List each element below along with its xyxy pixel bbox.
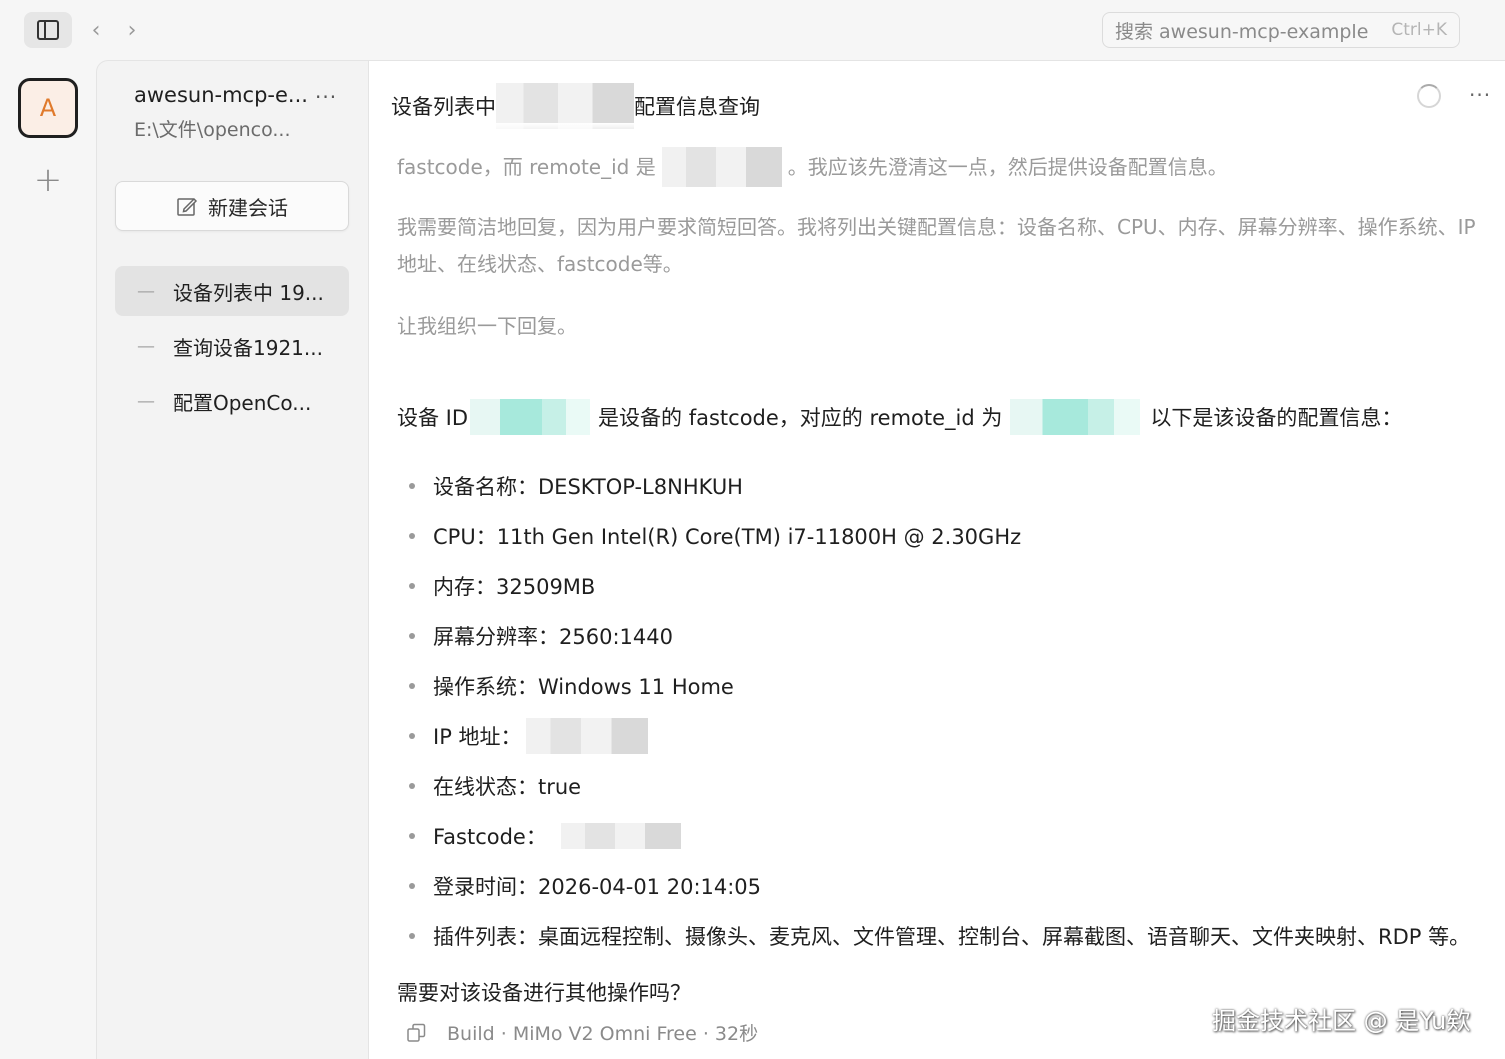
chevron-left-icon: ‹ [91, 17, 101, 43]
thinking-paragraph: 我需要简洁地回复，因为用户要求简短回答。我将列出关键配置信息：设备名称、CPU、… [397, 215, 1476, 276]
project-path: E:\文件\openco... [134, 119, 291, 141]
bullet-icon [409, 633, 415, 639]
session-label: 设备列表中 19... [173, 280, 324, 305]
list-item-text: 设备名称：DESKTOP-L8NHKUH [433, 475, 743, 499]
list-item: 操作系统：Windows 11 Home [409, 661, 1489, 711]
thinking-line: fastcode，而 remote_id 是 。我应该先澄清这一点，然后提供设备… [397, 147, 1477, 187]
new-session-label: 新建会话 [208, 195, 288, 220]
plus-icon: + [33, 160, 63, 200]
add-project-button[interactable]: + [30, 160, 66, 200]
answer-closing: 需要对该设备进行其他操作吗？ [397, 981, 691, 1005]
bullet-icon [409, 583, 415, 589]
redacted-block [560, 823, 681, 849]
list-item: 插件列表：桌面远程控制、摄像头、麦克风、文件管理、控制台、屏幕截图、语音聊天、文… [409, 911, 1489, 961]
search-placeholder: 搜索 awesun-mcp-example [1115, 20, 1369, 43]
meta-text: Build · MiMo V2 Omni Free · 32秒 [447, 1023, 759, 1045]
bullet-icon [409, 933, 415, 939]
fade-overlay [397, 123, 1477, 137]
bullet-icon [409, 833, 415, 839]
avatar-letter: A [39, 94, 57, 122]
message-meta: Build · MiMo V2 Omni Free · 32秒 [405, 1019, 758, 1046]
answer-text: 设备 ID [397, 406, 469, 430]
forward-button[interactable]: › [120, 16, 144, 44]
list-item: 登录时间：2026-04-01 20:14:05 [409, 861, 1489, 911]
redacted-block [470, 399, 591, 435]
copy-icon[interactable] [405, 1022, 427, 1044]
answer-text: 是设备的 fastcode，对应的 remote_id 为 [598, 406, 1003, 430]
dash-icon: — [137, 390, 155, 412]
watermark: 掘金技术社区 @ 是Yu欸 [1212, 1007, 1471, 1035]
project-name: awesun-mcp-e... [134, 83, 308, 107]
sidebar-panel-icon [37, 20, 59, 40]
app-window: ‹ › 搜索 awesun-mcp-example Ctrl+K A + awe… [0, 0, 1505, 1059]
bullet-icon [409, 783, 415, 789]
list-item-text: 在线状态：true [433, 775, 582, 799]
redacted-block [1010, 399, 1141, 435]
list-item: 设备名称：DESKTOP-L8NHKUH [409, 461, 1489, 511]
thinking-paragraph: 让我组织一下回复。 [397, 314, 577, 338]
list-item-text: 操作系统：Windows 11 Home [433, 675, 734, 699]
bullet-icon [409, 683, 415, 689]
top-bar: ‹ › 搜索 awesun-mcp-example Ctrl+K [0, 0, 1505, 60]
bullet-icon [409, 533, 415, 539]
more-horizontal-icon: ··· [315, 85, 338, 109]
title-suffix: 配置信息查询 [634, 95, 760, 119]
project-more-button[interactable]: ··· [315, 85, 337, 109]
chevron-right-icon: › [127, 17, 137, 43]
list-item-text: CPU：11th Gen Intel(R) Core(TM) i7-11800H… [433, 525, 1022, 549]
session-label: 查询设备1921... [173, 335, 323, 360]
session-item[interactable]: — 配置OpenCo... [115, 376, 349, 426]
more-horizontal-icon: ··· [1469, 83, 1492, 107]
list-item: IP 地址： [409, 711, 1489, 761]
session-label: 配置OpenCo... [173, 390, 312, 415]
dash-icon: — [137, 335, 155, 357]
list-item-text: 内存：32509MB [433, 575, 596, 599]
session-sidebar: awesun-mcp-e... ··· E:\文件\openco... 新建会话… [96, 60, 368, 1059]
list-item-text: 插件列表：桌面远程控制、摄像头、麦克风、文件管理、控制台、屏幕截图、语音聊天、文… [433, 925, 1471, 949]
project-avatar[interactable]: A [18, 78, 78, 138]
list-item: 内存：32509MB [409, 561, 1489, 611]
conversation-more-button[interactable]: ··· [1469, 83, 1491, 107]
conversation-panel: 设备列表中 配置信息查询 ··· fastcode，而 remote_id 是 … [368, 60, 1505, 1059]
search-input[interactable]: 搜索 awesun-mcp-example Ctrl+K [1102, 12, 1460, 48]
dash-icon: — [137, 280, 155, 302]
list-item: 屏幕分辨率：2560:1440 [409, 611, 1489, 661]
thinking-text: 。我应该先澄清这一点，然后提供设备配置信息。 [787, 154, 1228, 179]
answer-text: 以下是该设备的配置信息： [1150, 406, 1403, 430]
list-item: Fastcode： [409, 811, 1489, 861]
bullet-icon [409, 483, 415, 489]
bullet-icon [409, 733, 415, 739]
redacted-block [525, 718, 648, 754]
new-session-button[interactable]: 新建会话 [115, 181, 349, 231]
back-button[interactable]: ‹ [84, 16, 108, 44]
list-item-text: 登录时间：2026-04-01 20:14:05 [433, 875, 762, 899]
list-item-text: Fastcode： [433, 825, 547, 849]
project-rail: A + [0, 60, 96, 1059]
list-item-text: IP 地址： [433, 725, 522, 749]
session-item[interactable]: — 设备列表中 19... [115, 266, 349, 316]
answer-intro: 设备 ID 是设备的 fastcode，对应的 remote_id 为 以下是该… [397, 399, 1402, 435]
search-shortcut: Ctrl+K [1391, 20, 1447, 40]
bullet-icon [409, 883, 415, 889]
thinking-text: fastcode，而 remote_id 是 [397, 154, 656, 179]
loading-spinner-icon [1417, 84, 1441, 108]
session-item[interactable]: — 查询设备1921... [115, 321, 349, 371]
title-prefix: 设备列表中 [391, 95, 496, 119]
config-list: 设备名称：DESKTOP-L8NHKUH CPU：11th Gen Intel(… [409, 461, 1489, 961]
list-item: 在线状态：true [409, 761, 1489, 811]
redacted-block [661, 147, 782, 187]
list-item-text: 屏幕分辨率：2560:1440 [433, 625, 673, 649]
edit-icon [177, 197, 198, 216]
list-item: CPU：11th Gen Intel(R) Core(TM) i7-11800H… [409, 511, 1489, 561]
sidebar-toggle-button[interactable] [24, 12, 72, 48]
